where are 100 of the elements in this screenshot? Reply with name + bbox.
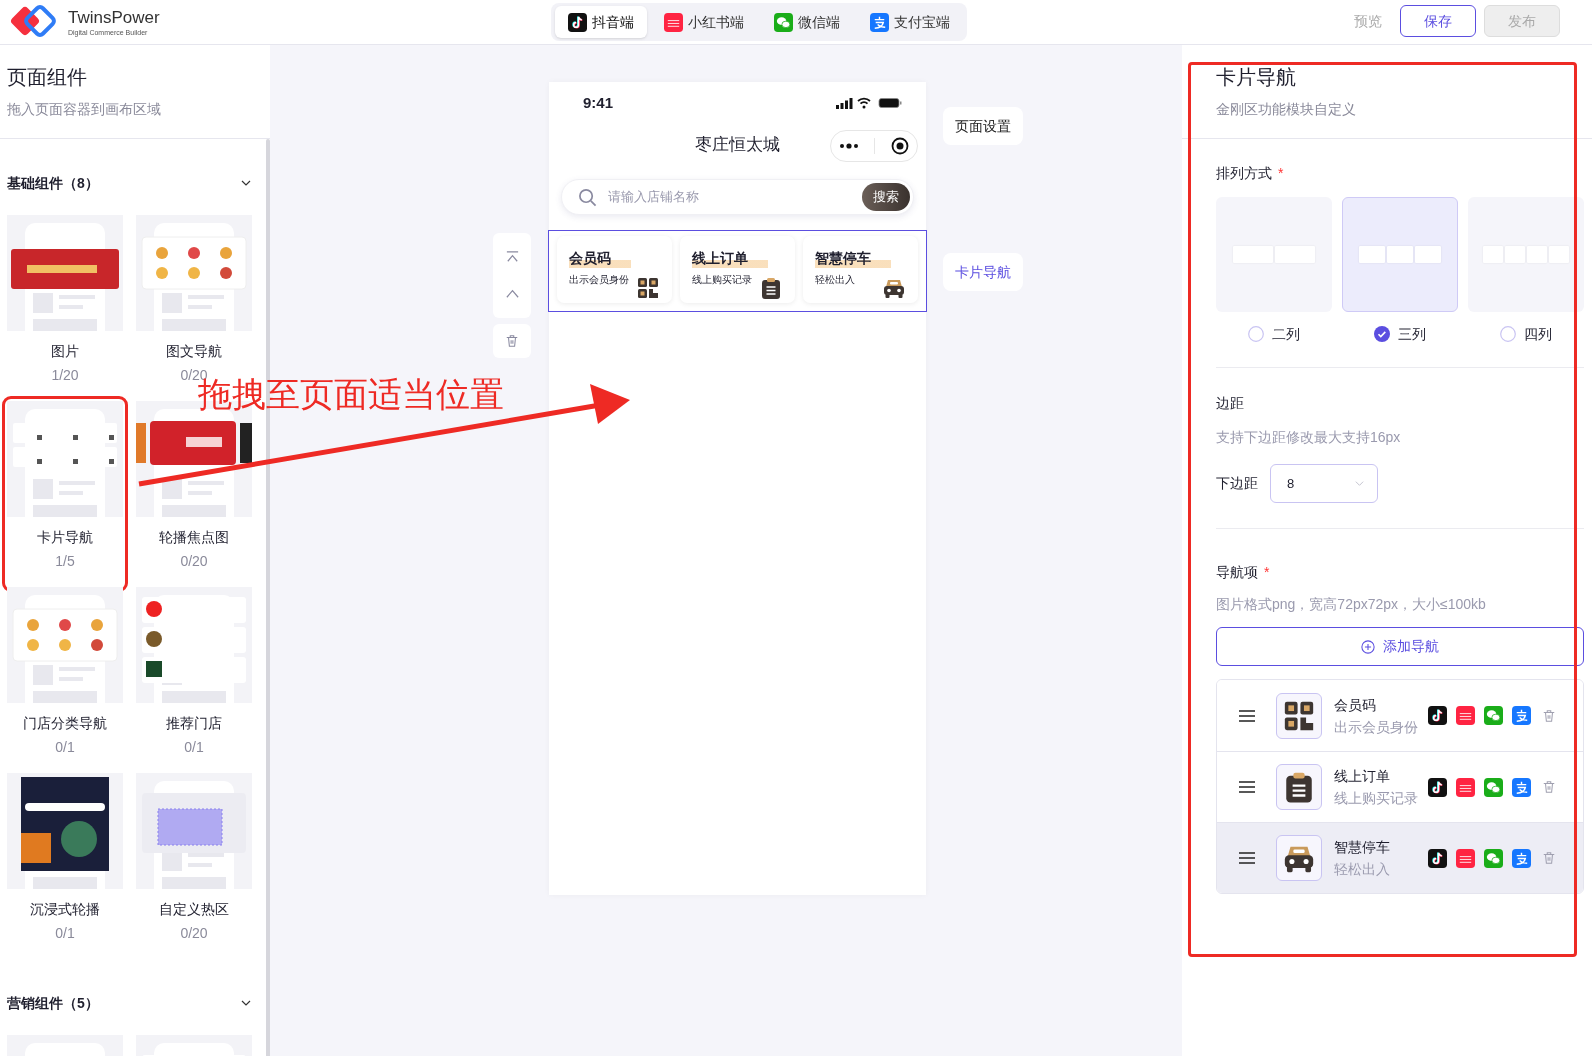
component-label: 推荐门店 <box>166 714 222 733</box>
component-label: 门店分类导航 <box>23 714 107 733</box>
component-label: 卡片导航 <box>37 528 93 547</box>
panel-subtitle: 金刚区功能模块自定义 <box>1216 100 1357 119</box>
field-label: 下边距 <box>1216 474 1258 493</box>
usage-count: 0/1 <box>184 738 204 757</box>
chat-bubbles-icon <box>1484 848 1503 868</box>
nav-card-subtitle: 轻松出入 <box>815 273 856 287</box>
trash-icon <box>505 334 519 348</box>
text-logo-icon <box>1456 848 1475 868</box>
radio-icon[interactable] <box>1248 326 1264 342</box>
search-icon <box>578 187 597 207</box>
help-text: 图片格式png，宽高72px72px，大小≤100kb <box>1216 595 1487 614</box>
usage-count: 0/20 <box>180 552 208 571</box>
field-label: 导航项 <box>1216 562 1258 582</box>
character-icon <box>1512 777 1531 797</box>
platform-tab[interactable]: 微信端 <box>761 6 853 38</box>
character-icon <box>1512 848 1531 868</box>
save-button[interactable]: 保存 <box>1400 5 1476 37</box>
text-logo-icon <box>1456 777 1475 797</box>
radio-label: 三列 <box>1398 324 1426 344</box>
section-title: 基础组件（8） <box>7 173 99 193</box>
settings-tab[interactable]: 页面设置 <box>943 107 1023 145</box>
checked-radio-icon[interactable] <box>1374 326 1390 342</box>
target-icon[interactable] <box>891 137 910 155</box>
nav-card[interactable]: 会员码 出示会员身份 <box>557 236 672 303</box>
status-time: 9:41 <box>583 92 614 113</box>
nav-item-title: 智慧停车 <box>1334 838 1391 857</box>
chat-bubbles-icon <box>1484 777 1503 797</box>
plus-circle-icon <box>1361 639 1375 654</box>
car-icon <box>1276 835 1322 881</box>
component-label: 沉浸式轮播 <box>30 900 100 919</box>
component-label: 自定义热区 <box>159 900 229 919</box>
chat-bubbles-icon <box>1484 706 1503 725</box>
nav-card-subtitle: 线上购买记录 <box>692 273 753 287</box>
usage-count: 0/20 <box>180 924 208 943</box>
nav-item-subtitle: 线上购买记录 <box>1334 789 1419 808</box>
qr-grid-icon <box>1276 692 1322 739</box>
logo-icon <box>10 5 58 39</box>
delete-icon[interactable] <box>1542 708 1556 723</box>
nav-card[interactable]: 智慧停车 轻松出入 <box>803 236 918 303</box>
nav-item-title: 会员码 <box>1334 695 1377 715</box>
page-title: 枣庄恒太城 <box>695 134 780 157</box>
margin-select[interactable]: 8 <box>1270 464 1378 503</box>
clipboard-icon <box>759 276 783 300</box>
help-text: 支持下边距修改最大支持16px <box>1216 428 1402 447</box>
drag-handle-icon[interactable] <box>1239 852 1255 864</box>
music-note-icon <box>1428 848 1447 868</box>
chevron-down-icon <box>1354 478 1365 489</box>
platform-tab[interactable]: 小红书端 <box>651 6 757 38</box>
settings-tab[interactable]: 卡片导航 <box>943 253 1023 291</box>
chat-bubbles-icon <box>774 12 793 32</box>
component-label: 图片 <box>51 342 79 361</box>
nav-card-title: 会员码 <box>569 248 631 268</box>
field-label: 边距 <box>1216 393 1244 413</box>
delete-icon[interactable] <box>1542 780 1556 794</box>
required-mark: * <box>1264 562 1270 582</box>
nav-item-row[interactable]: 智慧停车 轻松出入 <box>1217 822 1583 893</box>
nav-card-title: 线上订单 <box>692 248 768 268</box>
character-icon <box>870 12 889 32</box>
app-name: TwinsPower <box>68 7 160 28</box>
music-note-icon <box>1428 706 1447 725</box>
drag-handle-icon[interactable] <box>1239 709 1255 722</box>
search-field[interactable]: 请输入店铺名称 搜索 <box>561 179 914 215</box>
text-logo-icon <box>1456 706 1475 725</box>
platform-tab[interactable]: 支付宝端 <box>857 6 963 38</box>
delete-button[interactable] <box>493 324 531 358</box>
component-label: 轮播焦点图 <box>159 528 229 547</box>
nav-card[interactable]: 线上订单 线上购买记录 <box>680 236 795 303</box>
field-label: 排列方式 <box>1216 163 1272 183</box>
more-icon[interactable] <box>838 143 859 149</box>
required-mark: * <box>1278 163 1284 183</box>
component-label: 图文导航 <box>166 342 222 361</box>
nav-card-subtitle: 出示会员身份 <box>569 273 630 287</box>
platform-tab[interactable]: 抖音端 <box>555 6 647 38</box>
nav-item-title: 线上订单 <box>1334 767 1391 786</box>
clipboard-icon <box>1276 764 1322 810</box>
selected-component-frame[interactable]: 会员码 出示会员身份 线上订单 线上购买记录 智慧停车 轻松出入 <box>548 230 927 312</box>
character-icon <box>1512 706 1531 725</box>
radio-label: 二列 <box>1272 324 1300 344</box>
panel-title: 卡片导航 <box>1216 65 1297 90</box>
panel-subtitle: 拖入页面容器到画布区域 <box>7 100 162 119</box>
qr-grid-icon <box>636 276 660 300</box>
usage-count: 1/5 <box>55 552 75 571</box>
text-logo-icon <box>664 12 683 32</box>
nav-item-subtitle: 轻松出入 <box>1334 860 1391 879</box>
delete-icon[interactable] <box>1542 851 1556 865</box>
usage-count: 0/1 <box>55 924 75 943</box>
music-note-icon <box>568 12 587 32</box>
drag-handle-icon[interactable] <box>1239 781 1255 793</box>
music-note-icon <box>1428 777 1447 797</box>
nav-card-title: 智慧停车 <box>815 248 891 268</box>
layout-option-card[interactable] <box>1468 197 1584 312</box>
usage-count: 0/1 <box>55 738 75 757</box>
panel-title: 页面组件 <box>7 65 88 90</box>
search-button[interactable]: 搜索 <box>862 183 910 211</box>
radio-icon[interactable] <box>1500 326 1516 342</box>
add-nav-button[interactable]: 添加导航 <box>1216 627 1584 666</box>
radio-label: 四列 <box>1524 324 1552 344</box>
status-icons-drawing <box>836 97 902 109</box>
